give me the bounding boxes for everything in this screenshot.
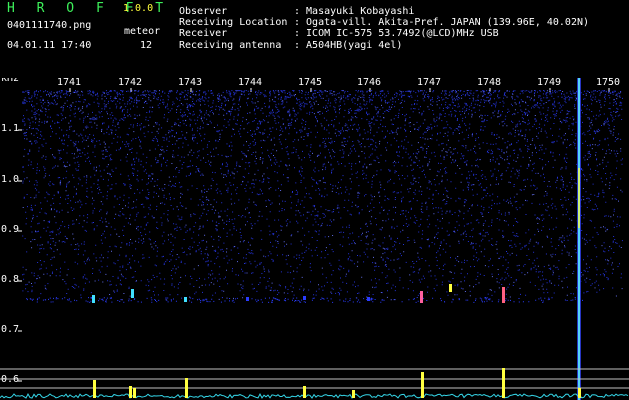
amplitude-spike (421, 372, 424, 398)
meteor-echo (303, 296, 306, 300)
amplitude-spike (502, 368, 505, 398)
info-key-observer: Observer (179, 6, 228, 17)
amplitude-spike (185, 378, 188, 398)
info-value-observer: : Masayuki Kobayashi (294, 6, 415, 17)
noise-speckle (22, 90, 623, 301)
meteor-echo (246, 297, 249, 301)
amplitude-spike (303, 386, 306, 398)
meteor-head-streak (578, 168, 580, 228)
freq-tick-label: 1.0 (1, 174, 20, 185)
time-tick-label: 1747 (417, 78, 442, 88)
info-value-receiver: : ICOM IC-575 53.7492(@LCD)MHz USB (294, 28, 499, 39)
meteor-echo (184, 297, 187, 302)
amplitude-spike (129, 386, 132, 398)
meteor-head-streak (578, 78, 580, 400)
app-version: 1.0.0 (123, 3, 154, 14)
amplitude-spike (352, 390, 355, 398)
amplitude-spike (578, 388, 581, 398)
amplitude-spike (133, 388, 136, 398)
time-tick-label: 1744 (238, 78, 263, 88)
freq-tick-label: 0.9 (1, 224, 20, 235)
time-tick-label: 1745 (298, 78, 323, 88)
info-value-location: : Ogata-vill. Akita-Pref. JAPAN (139.96E… (294, 17, 590, 28)
file-name: 0401111740.png (7, 20, 92, 31)
time-tick-label: 1746 (357, 78, 382, 88)
time-tick-label: 1750 (596, 78, 621, 88)
meteor-count: 12 (140, 40, 153, 51)
axis-unit-label: kHz (1, 78, 20, 84)
spectrogram: kHz 1741 1742 1743 1744 1745 1746 1747 1… (0, 78, 629, 400)
time-tick-label: 1742 (118, 78, 143, 88)
freq-tick-label: 0.8 (1, 274, 20, 285)
spectrogram-canvas (0, 78, 629, 400)
info-key-location: Receiving Location (179, 17, 288, 28)
meteor-label: meteor (124, 26, 161, 37)
info-key-antenna: Receiving antenna (179, 40, 282, 51)
time-tick-label: 1748 (477, 78, 502, 88)
meteor-echo (131, 289, 134, 298)
meteor-echo (367, 297, 370, 301)
amplitude-spike (93, 380, 96, 398)
time-tick-label: 1749 (537, 78, 562, 88)
freq-tick-label: 0.7 (1, 324, 20, 335)
time-tick-label: 1743 (178, 78, 203, 88)
time-tick-label: 1741 (57, 78, 82, 88)
freq-tick-label: 0.6 (1, 374, 20, 385)
noise-speckle (22, 90, 624, 296)
meteor-echo (449, 284, 452, 292)
meteor-echo (420, 291, 423, 303)
header: H R O F F T 1.0.0 0401111740.png meteor … (0, 0, 629, 78)
meteor-echo (92, 295, 95, 303)
meteor-echo (502, 287, 505, 303)
freq-tick-label: 1.1 (1, 123, 20, 134)
info-value-antenna: : A504HB(yagi 4el) (294, 40, 403, 51)
info-key-receiver: Receiver (179, 28, 228, 39)
date-time: 04.01.11 17:40 (7, 40, 92, 51)
